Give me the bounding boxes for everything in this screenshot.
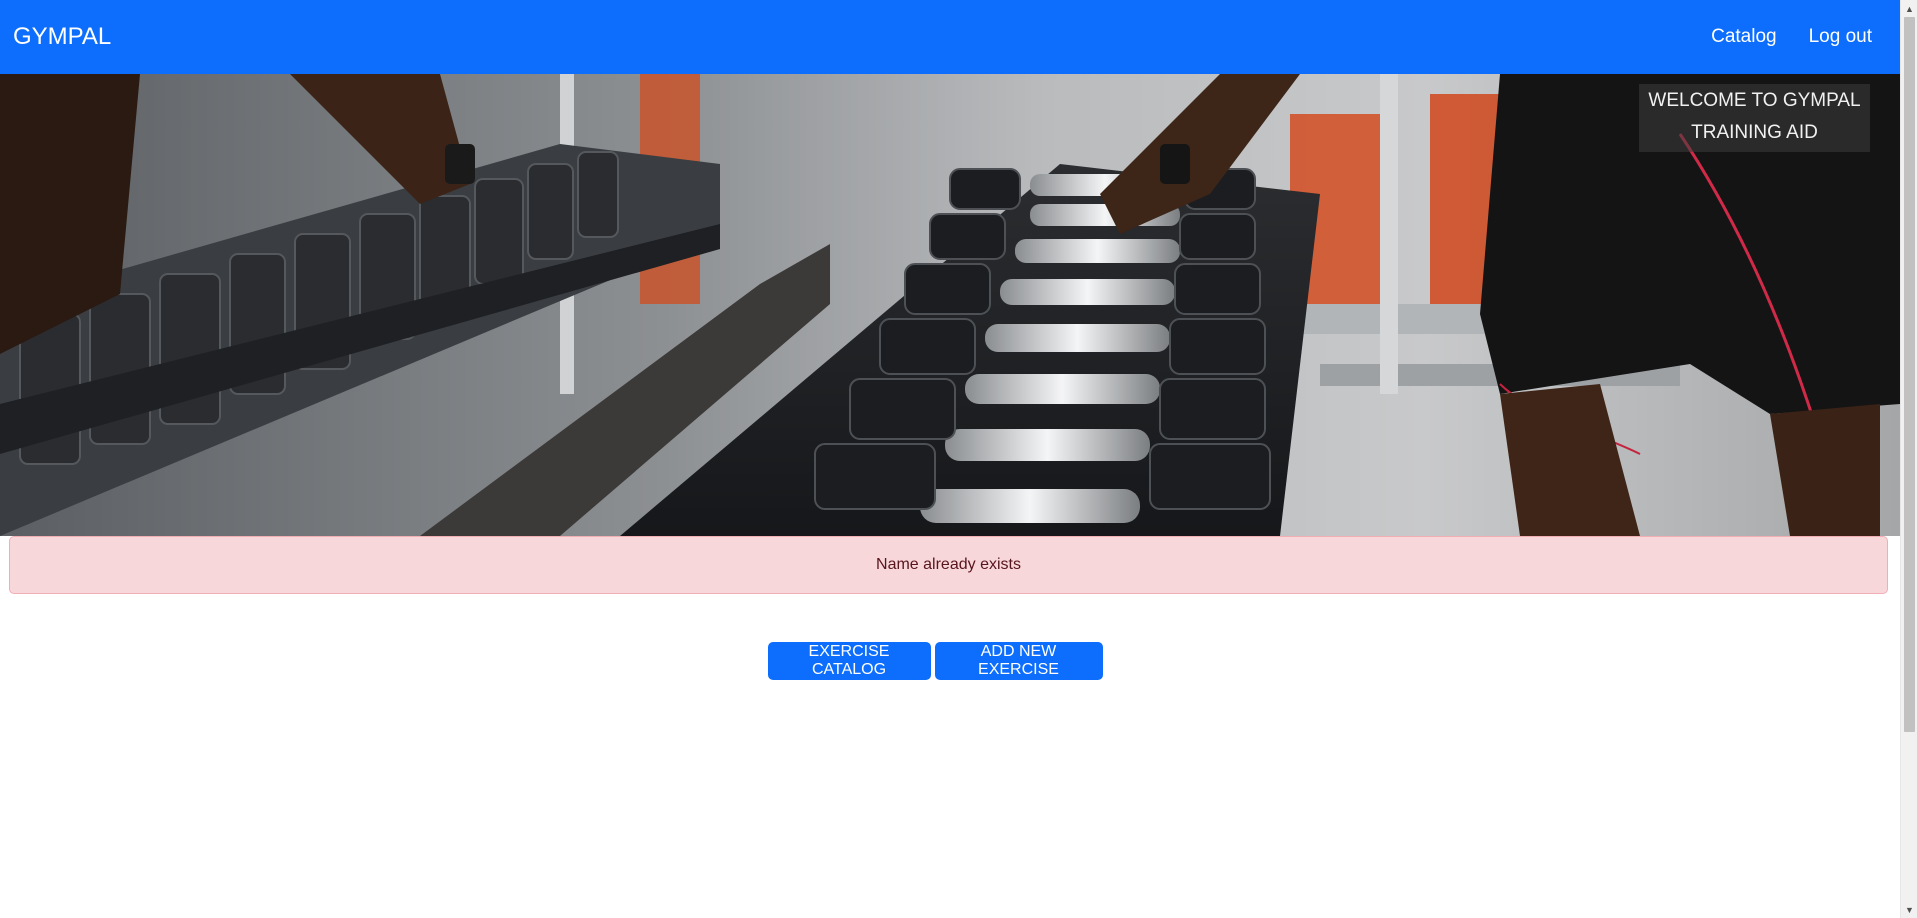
page: GYMPAL Catalog Log out WELCOME TO GYMPAL… (0, 0, 1900, 918)
nav-logout-link[interactable]: Log out (1793, 18, 1888, 56)
welcome-line-1: WELCOME TO GYMPAL (1648, 90, 1861, 111)
gym-dumbbell-photo (0, 74, 1900, 536)
chevron-up-icon[interactable]: ▲ (1901, 0, 1917, 17)
chevron-down-icon[interactable]: ▼ (1901, 901, 1917, 918)
welcome-box: WELCOME TO GYMPAL TRAINING AID (1639, 84, 1870, 152)
add-new-exercise-button[interactable]: ADD NEW EXERCISE (934, 642, 1103, 680)
error-alert: Name already exists (9, 536, 1888, 594)
action-buttons: EXERCISE CATALOG ADD NEW EXERCISE (0, 642, 1900, 680)
welcome-line-2: TRAINING AID (1691, 122, 1818, 143)
nav-catalog-link[interactable]: Catalog (1695, 18, 1793, 56)
vertical-scrollbar[interactable]: ▲ ▼ (1900, 0, 1917, 918)
brand-logo-link[interactable]: GYMPAL (13, 23, 111, 51)
hero-banner: WELCOME TO GYMPAL TRAINING AID (0, 74, 1900, 536)
exercise-catalog-button[interactable]: EXERCISE CATALOG (767, 642, 931, 680)
scrollbar-thumb[interactable] (1904, 17, 1915, 732)
nav-links: Catalog Log out (1695, 18, 1888, 56)
alert-message: Name already exists (876, 556, 1021, 573)
navbar: GYMPAL Catalog Log out (0, 0, 1900, 74)
